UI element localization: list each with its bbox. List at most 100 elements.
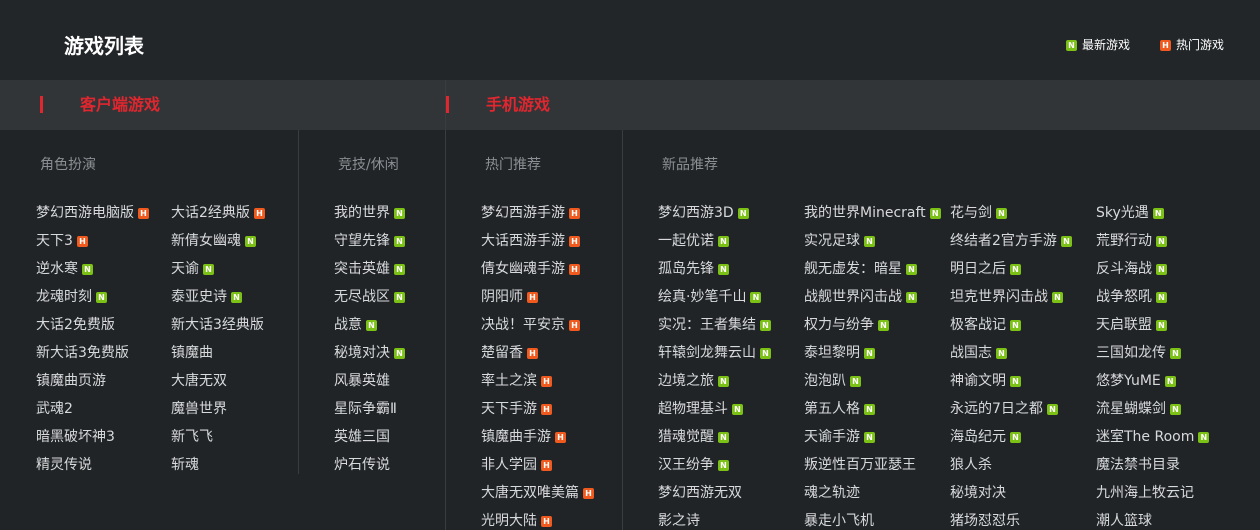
game-link[interactable]: 天下手游 H	[481, 395, 594, 423]
game-link[interactable]: 魂之轨迹	[804, 479, 941, 507]
game-link[interactable]: 守望先锋 N	[334, 227, 405, 255]
game-link[interactable]: 星际争霸Ⅱ	[334, 395, 405, 423]
game-link[interactable]: 轩辕剑龙舞云山 N	[658, 339, 771, 367]
game-link[interactable]: 战国志 N	[950, 339, 1072, 367]
game-link[interactable]: 大话西游手游 H	[481, 227, 594, 255]
game-link[interactable]: 大唐无双唯美篇 H	[481, 479, 594, 507]
game-link[interactable]: 秘境对决	[950, 479, 1072, 507]
game-link[interactable]: 权力与纷争 N	[804, 311, 941, 339]
game-link[interactable]: 极客战记 N	[950, 311, 1072, 339]
game-link[interactable]: 大唐无双	[171, 367, 265, 395]
game-name: 大话2经典版	[171, 205, 250, 221]
game-link[interactable]: 倩女幽魂手游 H	[481, 255, 594, 283]
game-link[interactable]: 斩魂	[171, 451, 265, 479]
game-link[interactable]: 精灵传说	[36, 451, 149, 479]
game-link[interactable]: 梦幻西游无双	[658, 479, 771, 507]
game-link[interactable]: 暗黑破坏神3	[36, 423, 149, 451]
game-link[interactable]: 大话2经典版 H	[171, 199, 265, 227]
game-link[interactable]: 天启联盟 N	[1096, 311, 1209, 339]
game-link[interactable]: 非人学园 H	[481, 451, 594, 479]
game-link[interactable]: 神谕文明 N	[950, 367, 1072, 395]
game-link[interactable]: 绘真·妙笔千山 N	[658, 283, 771, 311]
game-link[interactable]: 大话2免费版	[36, 311, 149, 339]
game-link[interactable]: 狼人杀	[950, 451, 1072, 479]
game-link[interactable]: 汉王纷争 N	[658, 451, 771, 479]
game-link[interactable]: 泡泡趴 N	[804, 367, 941, 395]
game-link[interactable]: 泰亚史诗 N	[171, 283, 265, 311]
game-name: 倩女幽魂手游	[481, 261, 565, 277]
game-link[interactable]: 永远的7日之都 N	[950, 395, 1072, 423]
game-link[interactable]: 一起优诺 N	[658, 227, 771, 255]
game-link[interactable]: 镇魔曲页游	[36, 367, 149, 395]
game-link[interactable]: 楚留香 H	[481, 339, 594, 367]
game-link[interactable]: 光明大陆 H	[481, 507, 594, 530]
game-link[interactable]: 战争怒吼 N	[1096, 283, 1209, 311]
game-link[interactable]: 猪场怼怼乐	[950, 507, 1072, 530]
game-link[interactable]: 镇魔曲	[171, 339, 265, 367]
game-link[interactable]: 实况：王者集结 N	[658, 311, 771, 339]
game-link[interactable]: 海岛纪元 N	[950, 423, 1072, 451]
game-link[interactable]: 花与剑 N	[950, 199, 1072, 227]
game-link[interactable]: 战意 N	[334, 311, 405, 339]
game-link[interactable]: 天谕 N	[171, 255, 265, 283]
game-link[interactable]: 逆水寒 N	[36, 255, 149, 283]
game-link[interactable]: 反斗海战 N	[1096, 255, 1209, 283]
game-link[interactable]: 梦幻西游电脑版 H	[36, 199, 149, 227]
game-link[interactable]: 梦幻西游3D N	[658, 199, 771, 227]
game-link[interactable]: 新倩女幽魂 N	[171, 227, 265, 255]
game-link[interactable]: 武魂2	[36, 395, 149, 423]
hot-badge-icon: H	[569, 319, 580, 331]
new-badge-icon: N	[1046, 403, 1058, 415]
game-link[interactable]: 新大话3经典版	[171, 311, 265, 339]
game-name: 武魂2	[36, 401, 73, 417]
game-link[interactable]: 率土之滨 H	[481, 367, 594, 395]
game-link[interactable]: 猎魂觉醒 N	[658, 423, 771, 451]
game-link[interactable]: 明日之后 N	[950, 255, 1072, 283]
game-link[interactable]: 阴阳师 H	[481, 283, 594, 311]
game-link[interactable]: 我的世界 N	[334, 199, 405, 227]
game-link[interactable]: 叛逆性百万亚瑟王	[804, 451, 941, 479]
game-link[interactable]: 魔兽世界	[171, 395, 265, 423]
game-link[interactable]: 突击英雄 N	[334, 255, 405, 283]
game-link[interactable]: 新飞飞	[171, 423, 265, 451]
game-name: 第五人格	[804, 401, 860, 417]
game-link[interactable]: 坦克世界闪击战 N	[950, 283, 1072, 311]
game-link[interactable]: 三国如龙传 N	[1096, 339, 1209, 367]
game-link[interactable]: 九州海上牧云记	[1096, 479, 1209, 507]
game-link[interactable]: 无尽战区 N	[334, 283, 405, 311]
game-link[interactable]: 潮人篮球	[1096, 507, 1209, 530]
game-name: 镇魔曲页游	[36, 373, 106, 389]
game-link[interactable]: 悠梦YuME N	[1096, 367, 1209, 395]
game-link[interactable]: 荒野行动 N	[1096, 227, 1209, 255]
game-link[interactable]: 风暴英雄	[334, 367, 405, 395]
game-link[interactable]: 天谕手游 N	[804, 423, 941, 451]
game-link[interactable]: 舰无虚发：暗星 N	[804, 255, 941, 283]
game-link[interactable]: 泰坦黎明 N	[804, 339, 941, 367]
game-link[interactable]: 魔法禁书目录	[1096, 451, 1209, 479]
game-link[interactable]: 秘境对决 N	[334, 339, 405, 367]
game-link[interactable]: 我的世界Minecraft N	[804, 199, 941, 227]
game-link[interactable]: 流星蝴蝶剑 N	[1096, 395, 1209, 423]
game-link[interactable]: 龙魂时刻 N	[36, 283, 149, 311]
game-link[interactable]: 孤岛先锋 N	[658, 255, 771, 283]
new-badge-icon: N	[864, 347, 875, 359]
game-link[interactable]: 炉石传说	[334, 451, 405, 479]
game-link[interactable]: 迷室The Room N	[1096, 423, 1210, 451]
game-link[interactable]: 天下3 H	[36, 227, 149, 255]
game-link[interactable]: 镇魔曲手游 H	[481, 423, 594, 451]
game-link[interactable]: 梦幻西游手游 H	[481, 199, 594, 227]
game-link[interactable]: 暴走小飞机	[804, 507, 941, 530]
game-link[interactable]: Sky光遇 N	[1096, 199, 1209, 227]
section-title-rpg: 角色扮演	[40, 157, 96, 173]
game-link[interactable]: 实况足球 N	[804, 227, 941, 255]
game-link[interactable]: 终结者2官方手游 N	[950, 227, 1072, 255]
game-link[interactable]: 战舰世界闪击战 N	[804, 283, 941, 311]
game-link[interactable]: 第五人格 N	[804, 395, 941, 423]
new-badge-icon: N	[96, 291, 107, 303]
game-link[interactable]: 决战！平安京 H	[481, 311, 594, 339]
game-link[interactable]: 超物理基斗 N	[658, 395, 771, 423]
game-link[interactable]: 影之诗	[658, 507, 771, 530]
game-link[interactable]: 英雄三国	[334, 423, 405, 451]
game-link[interactable]: 边境之旅 N	[658, 367, 771, 395]
game-link[interactable]: 新大话3免费版	[36, 339, 149, 367]
